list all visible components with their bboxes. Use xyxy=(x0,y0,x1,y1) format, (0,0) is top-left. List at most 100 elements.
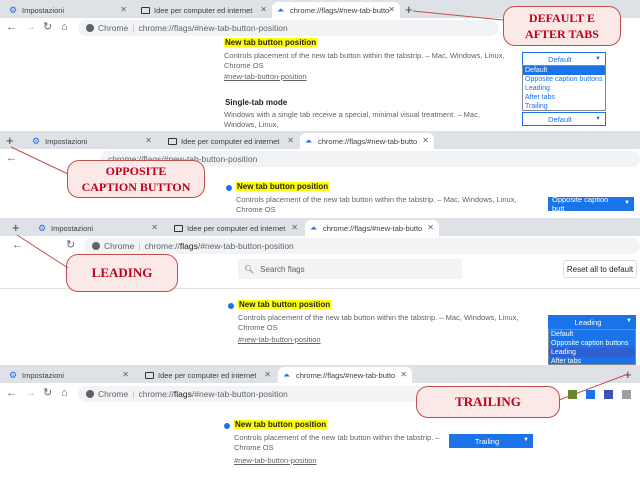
select-new-tab-position[interactable]: Trailing ▼ xyxy=(449,434,533,448)
flask-icon: ⏶ xyxy=(305,135,313,146)
flask-icon: ⏶ xyxy=(310,222,318,233)
flag-title: New tab button position xyxy=(236,182,330,191)
option-opposite[interactable]: Opposite caption buttons xyxy=(549,339,635,348)
gear-icon: ⚙ xyxy=(9,4,18,15)
close-icon[interactable]: ✕ xyxy=(260,5,267,14)
flag-link[interactable]: #new-tab-button-position xyxy=(224,72,307,81)
reset-all-button[interactable]: Reset all to default xyxy=(563,260,637,278)
option-default[interactable]: Default xyxy=(523,66,605,75)
tab-label: Idee per computer ed internet xyxy=(181,136,280,146)
single-tab-description: Windows with a single tab receive a spec… xyxy=(224,110,480,129)
back-icon[interactable]: ← xyxy=(6,21,17,33)
callout-default-after-tabs: DEFAULT E AFTER TABS xyxy=(503,6,621,46)
close-icon[interactable]: ✕ xyxy=(287,136,294,145)
tab-label: Idee per computer ed internet xyxy=(158,370,257,380)
tab-label: Impostazioni xyxy=(22,370,65,380)
callout-opposite-caption: OPPOSITE CAPTION BUTTON xyxy=(67,160,205,198)
close-icon[interactable]: ✕ xyxy=(422,136,429,145)
chrome-icon xyxy=(86,24,94,32)
option-opposite[interactable]: Opposite caption buttons xyxy=(523,75,605,84)
close-icon[interactable]: ✕ xyxy=(122,370,129,379)
tab-settings[interactable]: ⚙ Impostazioni ✕ xyxy=(4,2,132,18)
flask-icon: ⏶ xyxy=(277,4,285,15)
tab-label: Impostazioni xyxy=(22,5,65,15)
omnibox-label: Chrome xyxy=(104,241,135,251)
callout-trailing: TRAILING xyxy=(416,386,560,418)
option-leading[interactable]: Leading xyxy=(523,84,605,93)
omnibox-url: chrome://flags/#new-tab-button-position xyxy=(138,389,288,399)
flag-link[interactable]: #new-tab-button-position xyxy=(238,335,321,344)
option-after-tabs[interactable]: After tabs xyxy=(523,93,605,102)
monitor-icon xyxy=(168,137,177,145)
chrome-icon xyxy=(86,390,94,398)
tab-label: chrome://flags/#new-tab-butto xyxy=(318,136,418,146)
monitor-icon xyxy=(141,6,150,14)
tabstrip: ⚙ Impostazioni ✕ Idee per computer ed in… xyxy=(0,365,640,383)
home-icon[interactable]: ⌂ xyxy=(61,387,68,399)
omnibox-label: Chrome xyxy=(98,23,129,33)
flag-modified-dot xyxy=(226,185,232,191)
forward-icon[interactable]: → xyxy=(25,387,36,399)
flag-link[interactable]: #new-tab-button-position xyxy=(234,456,317,465)
option-trailing[interactable]: Trailing xyxy=(523,102,605,110)
gear-icon: ⚙ xyxy=(9,369,18,380)
flag-description: Controls placement of the new tab button… xyxy=(238,313,519,332)
close-icon[interactable]: ✕ xyxy=(120,5,127,14)
chevron-down-icon: ▼ xyxy=(595,56,601,62)
back-icon[interactable]: ← xyxy=(6,387,17,399)
tab-ideas[interactable]: Idee per computer ed internet ✕ xyxy=(163,133,299,149)
search-flags-input[interactable]: 🔍︎ Search flags xyxy=(238,259,462,279)
close-icon[interactable]: ✕ xyxy=(388,5,395,14)
close-icon[interactable]: ✕ xyxy=(264,370,271,379)
tab-label: chrome://flags/#new-tab-butto xyxy=(296,370,396,380)
close-icon[interactable]: ✕ xyxy=(145,136,152,145)
tab-flags[interactable]: ⏶ chrome://flags/#new-tab-butto ✕ xyxy=(300,133,434,149)
reload-icon[interactable]: ↻ xyxy=(43,387,52,399)
flask-icon: ⏶ xyxy=(283,369,291,380)
chevron-down-icon: ▼ xyxy=(523,437,529,443)
callout-arrow xyxy=(16,234,69,269)
close-icon[interactable]: ✕ xyxy=(151,223,158,232)
search-icon: 🔍︎ xyxy=(244,264,255,274)
reload-icon[interactable]: ↻ xyxy=(43,21,52,33)
omnibox-url: chrome://flags/#new-tab-button-position xyxy=(144,241,294,251)
flag-description: Controls placement of the new tab button… xyxy=(224,51,505,70)
option-leading[interactable]: Leading xyxy=(549,348,635,357)
omnibox-url: chrome://flags/#new-tab-button-position xyxy=(138,23,288,33)
select-new-tab-position[interactable]: Leading ▼ xyxy=(548,315,636,329)
tabstrip: + ⚙ Impostazioni ✕ Idee per computer ed … xyxy=(0,131,640,149)
close-icon[interactable]: ✕ xyxy=(291,223,298,232)
tab-settings[interactable]: ⚙ Impostazioni ✕ xyxy=(4,367,134,383)
tab-label: chrome://flags/#new-tab-butto xyxy=(290,5,390,15)
tab-ideas[interactable]: Idee per computer ed internet ✕ xyxy=(169,220,303,236)
select-new-tab-position[interactable]: Default ▼ xyxy=(522,52,606,66)
chevron-down-icon: ▼ xyxy=(626,318,632,324)
monitor-icon xyxy=(174,224,183,232)
flag-modified-dot xyxy=(224,423,230,429)
select-new-tab-position[interactable]: Opposite caption butt ▼ xyxy=(548,195,634,213)
tab-ideas[interactable]: Idee per computer ed internet ✕ xyxy=(140,367,276,383)
close-icon[interactable]: ✕ xyxy=(427,223,434,232)
callout-arrow xyxy=(412,10,504,21)
tab-ideas[interactable]: Idee per computer ed internet ✕ xyxy=(136,2,272,18)
close-icon[interactable]: ✕ xyxy=(400,370,407,379)
tab-flags[interactable]: ⏶ chrome://flags/#new-tab-butto ✕ xyxy=(278,367,412,383)
omnibox[interactable]: Chrome | chrome://flags/#new-tab-button-… xyxy=(84,238,640,254)
tab-label: Idee per computer ed internet xyxy=(154,5,253,15)
tab-label: chrome://flags/#new-tab-butto xyxy=(323,223,423,233)
option-after-tabs[interactable]: After tabs xyxy=(549,357,635,364)
home-icon[interactable]: ⌂ xyxy=(61,21,68,33)
flag-description: Controls placement of the new tab button… xyxy=(234,433,440,452)
forward-icon[interactable]: → xyxy=(25,21,36,33)
flag-description: Controls placement of the new tab button… xyxy=(236,195,517,214)
monitor-icon xyxy=(145,371,154,379)
option-default[interactable]: Default xyxy=(549,330,635,339)
tab-flags[interactable]: ⏶ chrome://flags/#new-tab-butto ✕ xyxy=(272,2,400,18)
flag-modified-dot xyxy=(228,303,234,309)
tab-label: Idee per computer ed internet xyxy=(187,223,286,233)
tab-flags[interactable]: ⏶ chrome://flags/#new-tab-butto ✕ xyxy=(305,220,439,236)
callout-arrow xyxy=(10,146,69,175)
toolbar: ← ↻ Chrome | chrome://flags/#new-tab-but… xyxy=(0,236,640,256)
select-single-tab[interactable]: Default ▼ xyxy=(522,112,606,126)
tabstrip: + ⚙ Impostazioni ✕ Idee per computer ed … xyxy=(0,218,640,236)
